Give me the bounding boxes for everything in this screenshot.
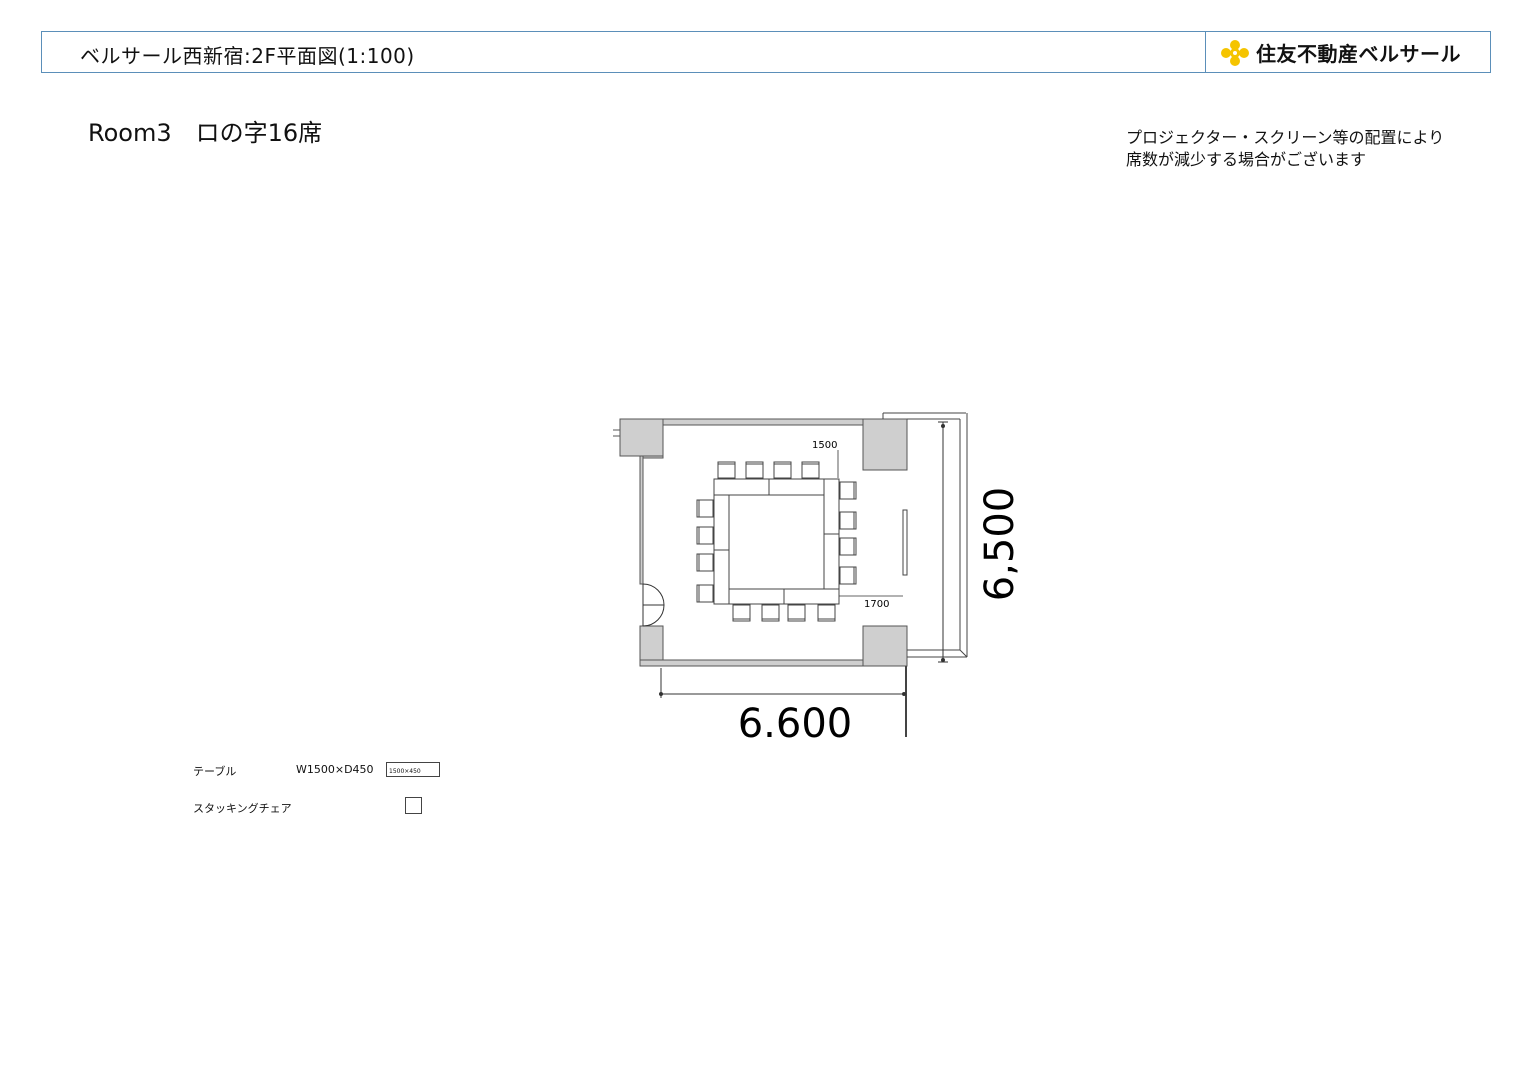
legend-table-swatch: 1500×450 — [386, 762, 440, 777]
height-dimension-label: 6,500 — [977, 487, 1023, 602]
legend-table-label: テーブル — [193, 765, 237, 778]
walls — [619, 418, 908, 667]
table-bottom-1 — [728, 588, 785, 605]
legend-chair-label: スタッキングチェア — [193, 802, 292, 815]
legend-table-size: W1500×D450 — [296, 763, 374, 776]
tables — [713, 478, 840, 605]
gap-dimension-label: 1700 — [864, 599, 889, 610]
table-left-2 — [713, 549, 730, 605]
table-dimension-label: 1500 — [812, 440, 837, 451]
table-bottom-2 — [783, 588, 840, 605]
table-top-1 — [713, 478, 770, 496]
table-left-1 — [713, 494, 730, 551]
table-right-2 — [823, 533, 840, 590]
legend-chair-swatch — [405, 797, 422, 814]
table-right-1 — [823, 478, 840, 535]
width-dimension-label: 6.600 — [738, 701, 853, 747]
floor-plan: 6.600 6,500 1500 1700 — [613, 412, 1023, 747]
table-top-2 — [768, 478, 825, 496]
door — [642, 583, 665, 627]
